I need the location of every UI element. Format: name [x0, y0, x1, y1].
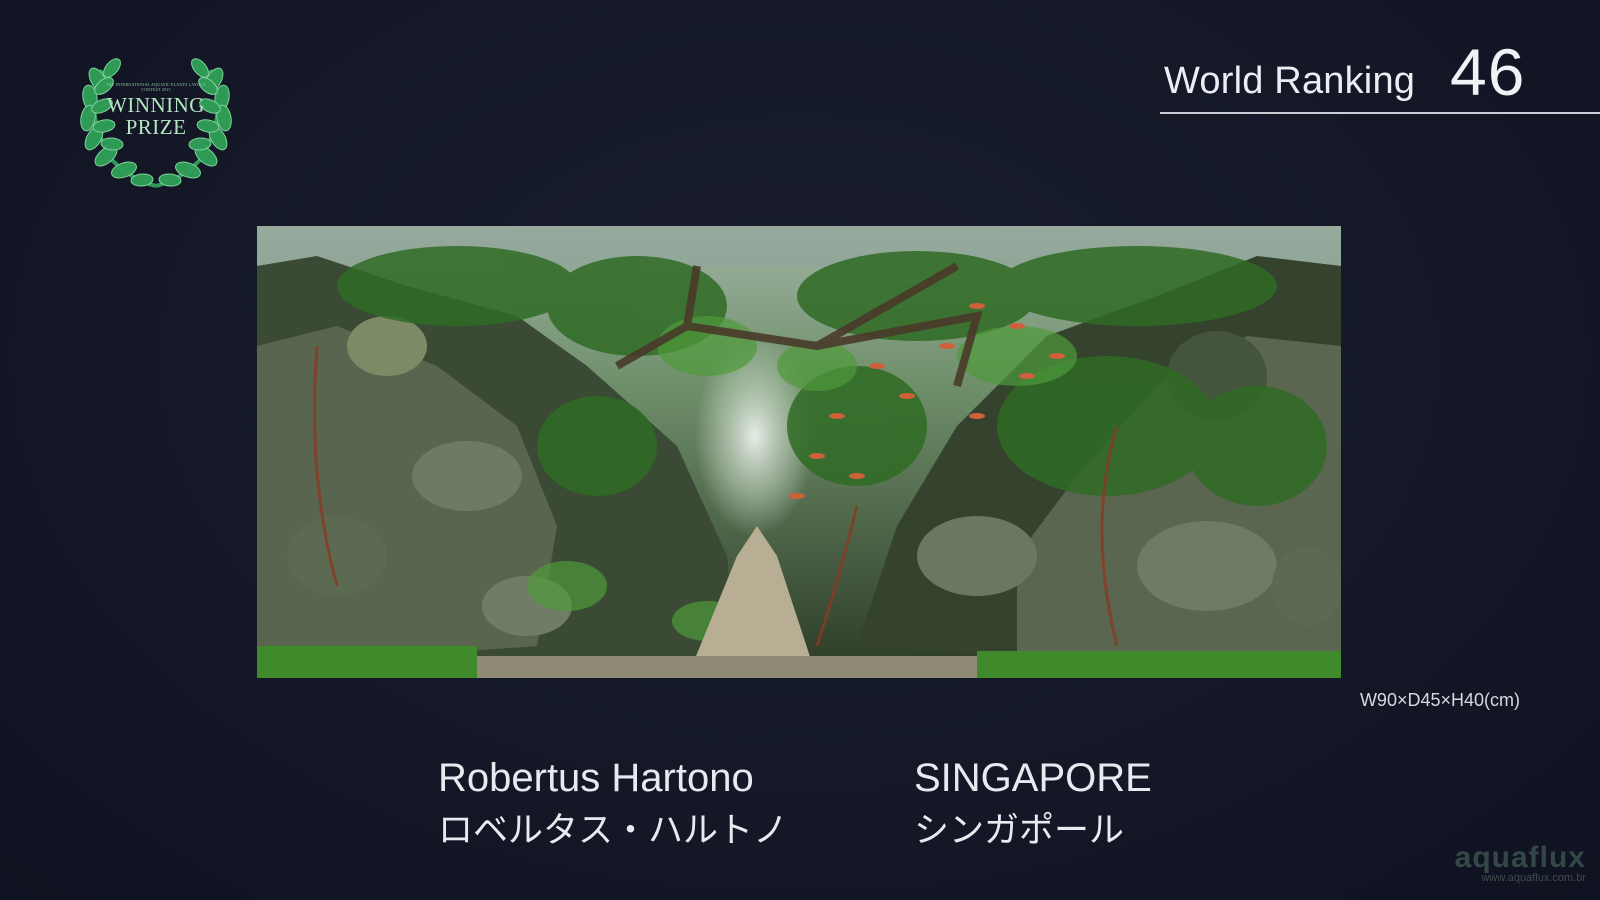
- badge-line-winning: WINNING: [107, 93, 205, 117]
- entrant-name-en: Robertus Hartono: [438, 756, 754, 800]
- world-ranking: World Ranking 46: [1160, 30, 1600, 116]
- badge-contest-text: THE INTERNATIONAL AQUATIC PLANTS LAYOUT …: [106, 82, 206, 92]
- ranking-number: 46: [1450, 35, 1526, 109]
- badge-line-prize: PRIZE: [125, 115, 187, 139]
- ranking-underline: [1160, 112, 1600, 114]
- watermark-logo: aquaflux: [1454, 841, 1586, 874]
- ranking-label: World Ranking: [1164, 60, 1416, 102]
- aquascape-photo: [257, 226, 1341, 678]
- badge-title: WINNING PRIZE: [86, 94, 226, 138]
- winning-prize-badge: THE INTERNATIONAL AQUATIC PLANTS LAYOUT …: [72, 40, 240, 192]
- entrant-country-en: SINGAPORE: [914, 756, 1152, 800]
- entrant-name-jp: ロベルタス・ハルトノ: [438, 811, 789, 850]
- entrant-country-jp: シンガポール: [914, 811, 1125, 850]
- tank-dimensions: W90×D45×H40(cm): [1359, 690, 1520, 710]
- aquaflux-watermark: aquaflux www.aquaflux.com.br: [1454, 841, 1586, 885]
- aquascape-image: [257, 226, 1341, 678]
